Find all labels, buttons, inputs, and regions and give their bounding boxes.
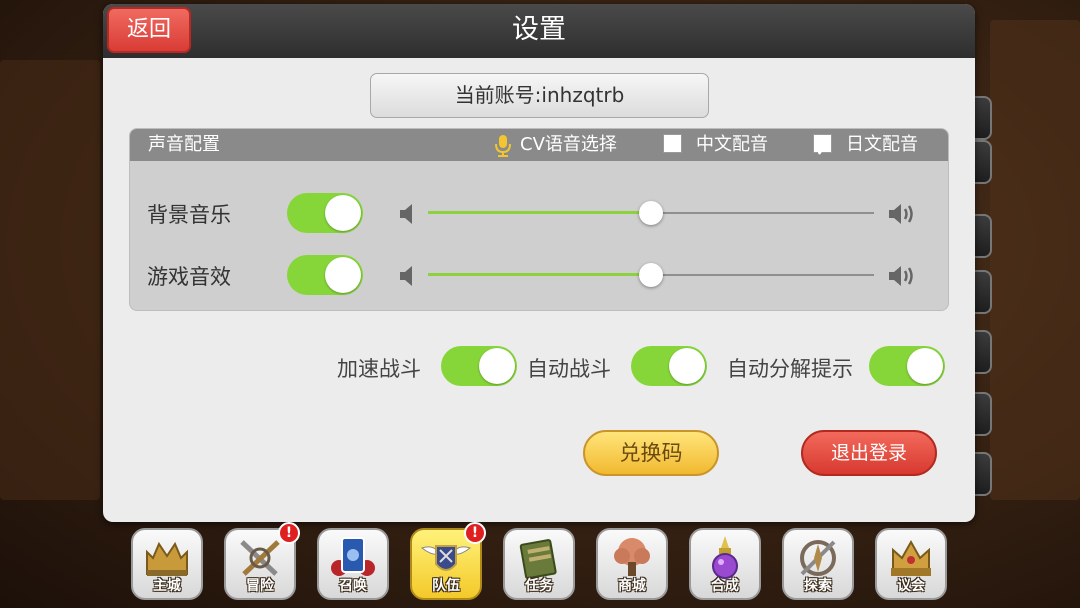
logout-button[interactable]: 退出登录 (801, 430, 937, 476)
nav-adventure[interactable]: 冒险 ! (224, 522, 300, 600)
nav-label: 合成 (711, 578, 739, 594)
slider-thumb[interactable] (639, 201, 663, 225)
toggle-knob (479, 348, 515, 384)
cv-voice-label: CV语音选择 (520, 134, 617, 155)
nav-label: 召唤 (339, 578, 367, 594)
nav-quest[interactable]: 任务 (503, 528, 575, 600)
sfx-label: 游戏音效 (147, 265, 231, 289)
background-shelf-left (0, 60, 100, 500)
page-title: 设置 (512, 14, 566, 45)
volume-low-icon (400, 266, 412, 286)
notification-badge: ! (278, 522, 300, 544)
volume-low-icon (400, 204, 412, 224)
slider-fill (428, 273, 651, 276)
nav-label: 探索 (804, 578, 832, 594)
auto-battle-label: 自动战斗 (527, 357, 611, 381)
slider-fill (428, 211, 651, 214)
volume-high-icon (889, 266, 913, 286)
chinese-voice-label: 中文配音 (696, 134, 768, 155)
nav-main-city[interactable]: 主城 (131, 528, 203, 600)
settings-panel: 设置 返回 当前账号:inhzqtrb 声音配置 CV语音选择 中文配音 ✓ 日… (103, 4, 975, 522)
nav-label: 任务 (525, 578, 553, 594)
sfx-toggle[interactable] (287, 255, 363, 295)
nav-label: 议会 (897, 578, 925, 594)
auto-dismantle-toggle[interactable] (869, 346, 945, 386)
microphone-icon (495, 135, 511, 157)
bgm-toggle[interactable] (287, 193, 363, 233)
nav-label: 主城 (153, 578, 181, 594)
volume-high-icon (889, 204, 913, 224)
speed-battle-toggle[interactable] (441, 346, 517, 386)
nav-label: 冒险 (246, 578, 274, 594)
nav-synthesis[interactable]: 合成 (689, 528, 761, 600)
slider-thumb[interactable] (639, 263, 663, 287)
auto-dismantle-label: 自动分解提示 (727, 357, 853, 381)
background-shelf-right (990, 20, 1080, 500)
bgm-label: 背景音乐 (147, 203, 231, 227)
redeem-code-button[interactable]: 兑换码 (583, 430, 719, 476)
sound-config-section: 声音配置 CV语音选择 中文配音 ✓ 日文配音 背景音乐 游戏音效 (129, 128, 949, 311)
checkmark-icon: ✓ (815, 140, 831, 161)
speed-battle-label: 加速战斗 (337, 357, 421, 381)
sound-config-label: 声音配置 (148, 134, 220, 155)
nav-explore[interactable]: 探索 (782, 528, 854, 600)
toggle-knob (325, 195, 361, 231)
sound-config-header: 声音配置 CV语音选择 中文配音 ✓ 日文配音 (130, 129, 948, 161)
japanese-voice-label: 日文配音 (846, 134, 918, 155)
nav-council[interactable]: 议会 (875, 528, 947, 600)
nav-label: 队伍 (432, 578, 460, 594)
nav-shop[interactable]: 商城 (596, 528, 668, 600)
sfx-volume-slider[interactable] (428, 263, 874, 287)
auto-battle-toggle[interactable] (631, 346, 707, 386)
nav-summon[interactable]: 召唤 (317, 528, 389, 600)
bgm-volume-slider[interactable] (428, 201, 874, 225)
chinese-voice-checkbox[interactable] (663, 134, 682, 153)
nav-label: 商城 (618, 578, 646, 594)
nav-team[interactable]: 队伍 ! (410, 522, 486, 600)
toggle-knob (325, 257, 361, 293)
toggle-knob (907, 348, 943, 384)
account-display: 当前账号:inhzqtrb (370, 73, 709, 118)
back-button[interactable]: 返回 (107, 7, 191, 53)
notification-badge: ! (464, 522, 486, 544)
japanese-voice-checkbox[interactable]: ✓ (813, 134, 832, 161)
toggle-knob (669, 348, 705, 384)
